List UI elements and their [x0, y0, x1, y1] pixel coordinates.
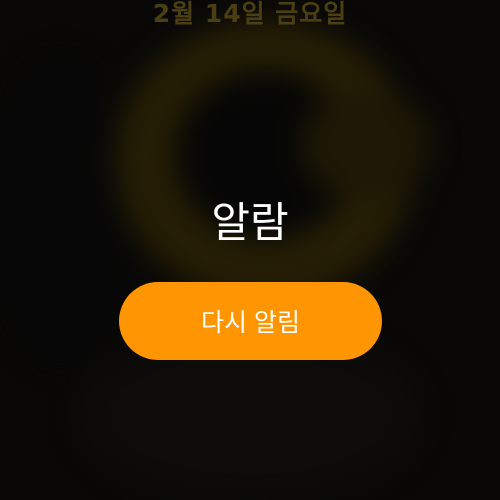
alarm-screen: 2월 14일 금요일 알람 다시 알림 — [0, 0, 500, 500]
wallpaper-dim-overlay — [0, 0, 500, 500]
snooze-button[interactable]: 다시 알림 — [119, 282, 382, 360]
alarm-title: 알람 — [211, 198, 289, 247]
snooze-button-label: 다시 알림 — [201, 309, 300, 337]
lock-screen-date: 2월 14일 금요일 — [152, 0, 348, 28]
